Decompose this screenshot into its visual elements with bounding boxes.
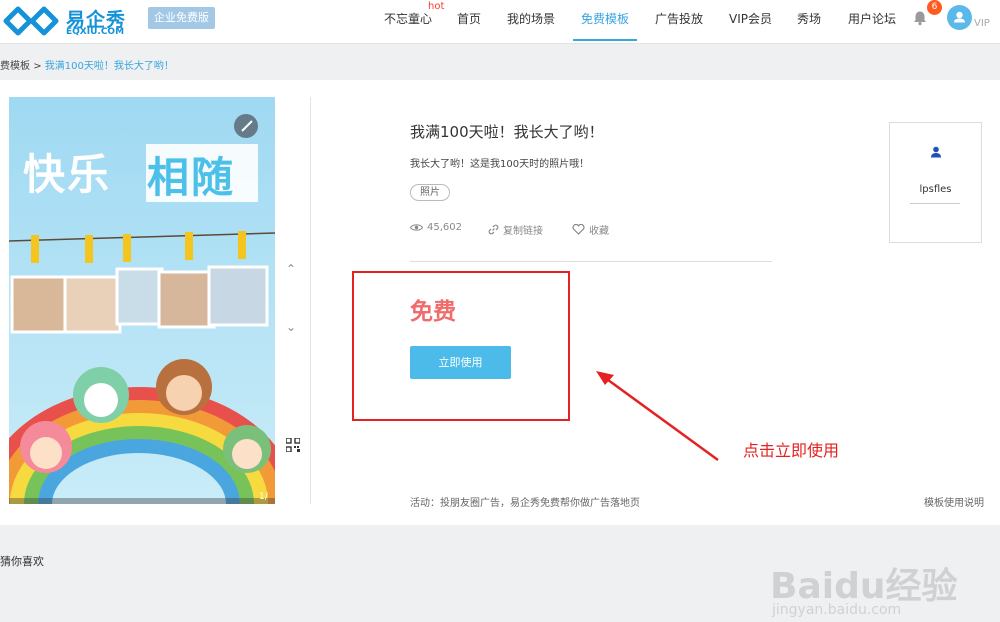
use-now-button[interactable]: 立即使用 — [410, 346, 511, 379]
preview-divider — [310, 97, 311, 504]
nav-item-showcase[interactable]: 秀场 — [797, 10, 821, 27]
template-title: 我满100天啦！我长大了哟！ — [410, 123, 604, 141]
nav-item-ads[interactable]: 广告投放 — [655, 10, 703, 27]
breadcrumb-separator: > — [33, 61, 42, 72]
author-underline — [910, 203, 960, 204]
preview-page-indicator: 1/ — [259, 492, 268, 502]
template-tag[interactable]: 照片 — [410, 184, 450, 201]
author-name[interactable]: lpsfles — [890, 184, 981, 195]
activity-notice[interactable]: 活动：投朋友圈广告，易企秀免费帮你做广告落地页 — [410, 494, 640, 509]
watermark-url: jingyan.baidu.com — [772, 602, 902, 618]
enterprise-free-button[interactable]: 企业免费版 — [148, 7, 215, 29]
nav-item-vip[interactable]: VIP会员 — [729, 10, 772, 27]
author-card[interactable]: lpsfles — [889, 122, 982, 243]
breadcrumb: 费模板 > 我满100天啦！我长大了哟！ — [0, 57, 174, 72]
copy-link-button[interactable]: 复制链接 — [488, 222, 543, 237]
nav-item-home[interactable]: 首页 — [457, 10, 481, 27]
user-icon — [931, 146, 941, 158]
link-icon — [488, 224, 499, 235]
favorite-button[interactable]: 收藏 — [572, 222, 609, 237]
logo-icon — [3, 6, 59, 36]
help-link[interactable]: 模板使用说明 — [924, 494, 984, 509]
price-label: 免费 — [410, 299, 456, 325]
nav-item-my-scenes[interactable]: 我的场景 — [507, 10, 555, 27]
preview-headline-1: 快乐 — [23, 150, 112, 199]
template-description: 我长大了哟！这是我100天时的照片哦！ — [410, 159, 590, 170]
active-nav-underline — [573, 39, 637, 41]
favorite-label: 收藏 — [589, 226, 609, 237]
recommend-section-title: 猜你喜欢 — [0, 555, 44, 568]
nav-item-free-templates[interactable]: 免费模板 — [581, 10, 629, 27]
avatar-icon — [954, 11, 965, 23]
nav-item-childhood[interactable]: 不忘童心 — [384, 10, 432, 27]
qr-code-icon[interactable] — [286, 438, 300, 452]
bell-icon[interactable] — [912, 10, 928, 26]
vip-label: VIP — [974, 18, 990, 29]
preview-headline-2: 相随 — [147, 153, 236, 202]
logo-domain: EQXIU.COM — [66, 27, 125, 37]
template-detail-card: 快乐 相随 1/ ⌃ ⌄ 我满100天啦！我长大了哟！ 我长大了哟！这是我100… — [0, 80, 1000, 618]
view-count: 45,602 — [410, 222, 462, 233]
view-count-value: 45,602 — [427, 222, 462, 233]
copy-link-label: 复制链接 — [503, 226, 543, 237]
site-logo[interactable]: 易企秀 EQXIU.COM — [2, 5, 130, 37]
eye-icon — [410, 224, 423, 231]
chevron-down-icon[interactable]: ⌄ — [286, 320, 296, 334]
breadcrumb-current: 我满100天啦！我长大了哟！ — [44, 61, 174, 72]
top-header: 易企秀 EQXIU.COM 企业免费版 不忘童心 hot 首页 我的场景 免费模… — [0, 0, 1000, 44]
breadcrumb-parent[interactable]: 费模板 — [0, 61, 30, 72]
music-icon[interactable] — [234, 114, 258, 138]
notification-badge: 6 — [927, 0, 942, 15]
hot-badge: hot — [428, 1, 445, 12]
nav-item-forum[interactable]: 用户论坛 — [848, 10, 896, 27]
annotation-text: 点击立即使用 — [743, 441, 840, 460]
heart-icon — [572, 224, 585, 235]
baidu-watermark: Baidu经验 jingyan.baidu.com — [770, 557, 995, 622]
template-preview[interactable]: 快乐 相随 1/ — [9, 97, 275, 504]
avatar[interactable] — [947, 5, 972, 30]
info-divider — [410, 261, 772, 262]
chevron-up-icon[interactable]: ⌃ — [286, 262, 296, 276]
